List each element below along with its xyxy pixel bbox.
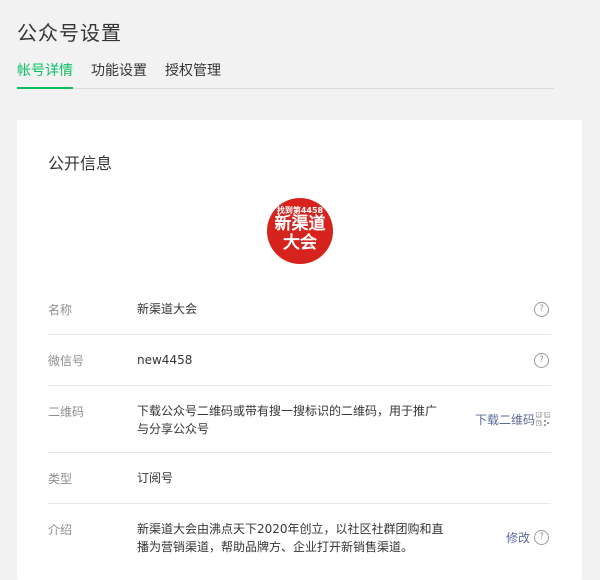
intro-value: 新渠道大会由沸点天下2020年创立，以社区社群团购和直播为营销渠道，帮助品牌方、… xyxy=(137,522,444,554)
tab-bar: 帐号详情 功能设置 授权管理 xyxy=(17,60,554,89)
wechat-id-label: 微信号 xyxy=(48,354,85,368)
row-qrcode: 二维码 下载公众号二维码或带有搜一搜标识的二维码，用于推广与分享公众号 下载二维… xyxy=(48,386,551,453)
avatar-line-1: 新渠道 xyxy=(274,214,326,234)
type-value: 订阅号 xyxy=(137,471,174,485)
qrcode-label: 二维码 xyxy=(48,405,85,419)
name-label: 名称 xyxy=(48,303,73,317)
tab-authorization[interactable]: 授权管理 xyxy=(165,60,221,87)
row-type: 类型 订阅号 xyxy=(48,453,551,504)
question-circle-icon[interactable]: ? xyxy=(534,302,549,317)
edit-intro-link[interactable]: 修改 xyxy=(506,529,530,546)
public-info-card: 公开信息 找到第4458 新渠道 大会 名称 新渠道大会 ? 微信号 new44… xyxy=(17,120,582,580)
question-circle-icon[interactable]: ? xyxy=(534,353,549,368)
question-circle-icon[interactable]: ? xyxy=(534,530,549,545)
type-label: 类型 xyxy=(48,472,73,486)
tab-feature-settings[interactable]: 功能设置 xyxy=(91,60,147,87)
settings-page: 公众号设置 帐号详情 功能设置 授权管理 公开信息 找到第4458 新渠道 大会… xyxy=(0,0,600,580)
section-title: 公开信息 xyxy=(48,154,113,173)
intro-label: 介绍 xyxy=(48,523,73,537)
qrcode-icon[interactable] xyxy=(536,412,550,426)
row-name: 名称 新渠道大会 ? xyxy=(48,284,551,335)
tab-account-details[interactable]: 帐号详情 xyxy=(17,60,73,89)
account-avatar: 找到第4458 新渠道 大会 xyxy=(267,198,333,264)
page-title: 公众号设置 xyxy=(17,21,122,45)
download-qrcode-link[interactable]: 下载二维码 xyxy=(475,411,535,428)
avatar-line-2: 大会 xyxy=(283,233,317,253)
qrcode-description: 下载公众号二维码或带有搜一搜标识的二维码，用于推广与分享公众号 xyxy=(137,404,438,436)
row-wechat-id: 微信号 new4458 ? xyxy=(48,335,551,386)
name-value: 新渠道大会 xyxy=(137,302,198,316)
wechat-id-value: new4458 xyxy=(137,353,193,367)
info-rows: 名称 新渠道大会 ? 微信号 new4458 ? 二维码 下载公众号二维码或带有… xyxy=(48,284,551,574)
